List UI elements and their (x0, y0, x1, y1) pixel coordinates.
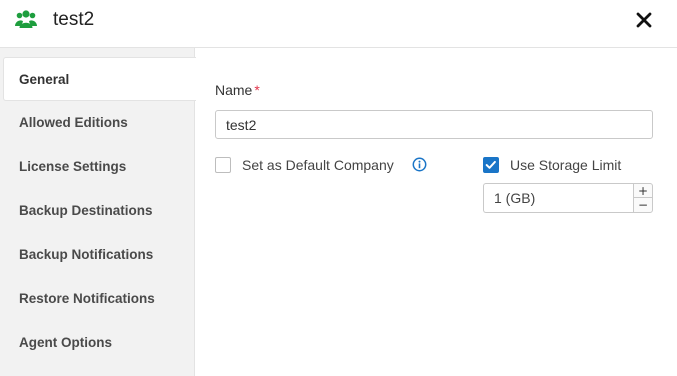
sidebar-item-backup-notifications[interactable]: Backup Notifications (0, 233, 195, 277)
company-users-icon (15, 10, 37, 28)
sidebar-item-restore-notifications[interactable]: Restore Notifications (0, 277, 195, 321)
default-company-label[interactable]: Set as Default Company (242, 156, 394, 174)
close-icon[interactable] (633, 9, 655, 31)
required-mark: * (254, 82, 260, 98)
general-panel: Name* Set as Default Company Use Storage… (195, 48, 677, 376)
sidebar-item-backup-destinations[interactable]: Backup Destinations (0, 189, 195, 233)
storage-limit-label[interactable]: Use Storage Limit (510, 156, 621, 174)
info-icon[interactable] (412, 157, 427, 172)
name-label: Name * (215, 82, 260, 98)
checkmark-icon (485, 160, 496, 169)
sidebar: General Allowed Editions License Setting… (0, 48, 196, 376)
dialog-header: test2 (0, 0, 677, 48)
decrement-button[interactable]: − (634, 198, 652, 212)
storage-limit-stepper: + − (633, 183, 653, 213)
sidebar-item-general[interactable]: General (3, 57, 196, 101)
sidebar-item-agent-options[interactable]: Agent Options (0, 321, 195, 365)
dialog-title: test2 (53, 9, 95, 30)
storage-limit-input[interactable] (483, 183, 633, 213)
increment-button[interactable]: + (634, 184, 652, 198)
sidebar-item-license-settings[interactable]: License Settings (0, 145, 195, 189)
name-input[interactable] (215, 110, 653, 139)
name-label-text: Name (215, 82, 253, 98)
storage-limit-checkbox[interactable] (483, 157, 499, 173)
default-company-checkbox[interactable] (215, 157, 231, 173)
sidebar-item-allowed-editions[interactable]: Allowed Editions (0, 101, 195, 145)
